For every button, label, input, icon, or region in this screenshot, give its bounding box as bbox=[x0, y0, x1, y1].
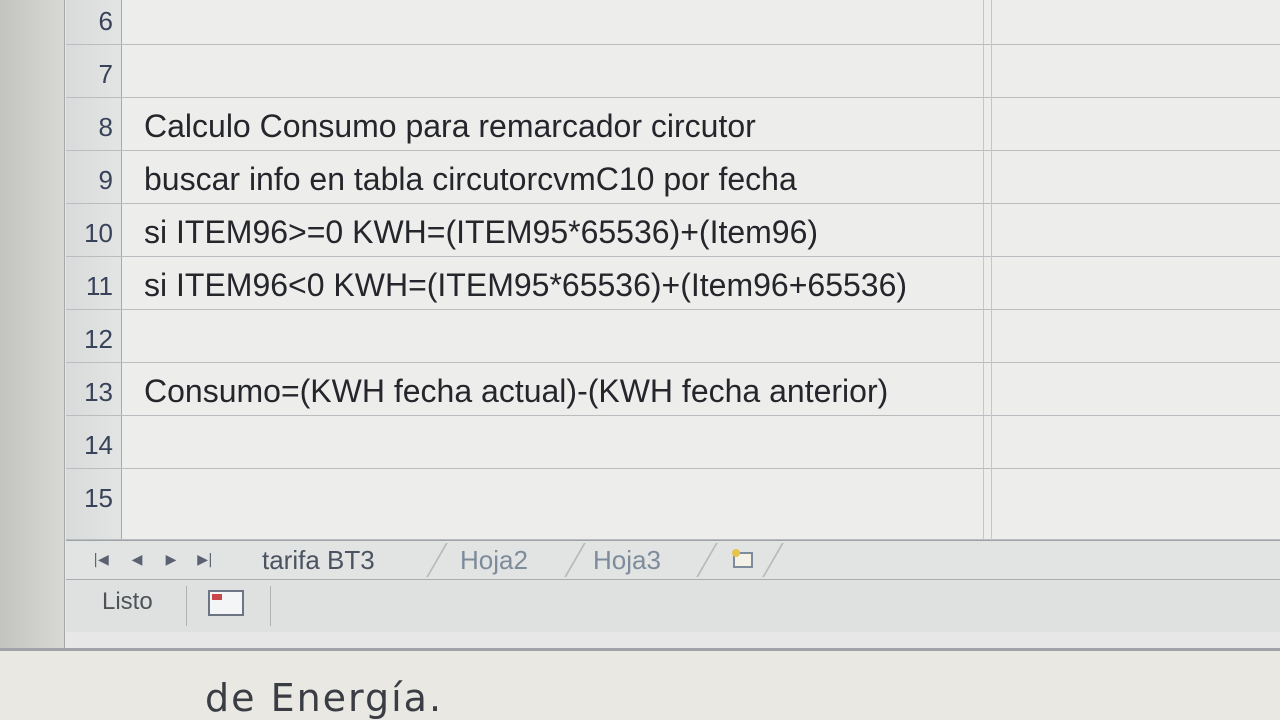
window-left-frame bbox=[0, 0, 65, 648]
tab-hoja2[interactable]: Hoja2 bbox=[460, 541, 528, 579]
row-7: 7 bbox=[66, 45, 1280, 98]
first-sheet-button[interactable]: |◀ bbox=[86, 541, 116, 579]
row-6: 6 bbox=[66, 0, 1280, 45]
cell-text-10: si ITEM96>=0 KWH=(ITEM95*65536)+(Item96) bbox=[144, 214, 819, 250]
cell-text-9: buscar info en tabla circutorcvmC10 por … bbox=[144, 161, 797, 197]
row-header-6[interactable]: 6 bbox=[66, 0, 122, 44]
row-header-15[interactable]: 15 bbox=[66, 469, 122, 539]
tab-separator bbox=[426, 543, 448, 577]
tab-separator bbox=[762, 543, 784, 577]
sheet-tab-bar: |◀ ◀ ▶ ▶| tarifa BT3 Hoja2 Hoja3 bbox=[66, 540, 1280, 580]
tab-separator bbox=[564, 543, 586, 577]
row-header-9[interactable]: 9 bbox=[66, 151, 122, 203]
status-ready-label: Listo bbox=[102, 588, 153, 615]
status-divider bbox=[270, 586, 271, 626]
row-8: 8 Calculo Consumo para remarcador circut… bbox=[66, 98, 1280, 151]
row-15: 15 bbox=[66, 469, 1280, 540]
cell-text-8: Calculo Consumo para remarcador circutor bbox=[144, 108, 756, 144]
row-header-10[interactable]: 10 bbox=[66, 204, 122, 256]
last-sheet-button[interactable]: ▶| bbox=[190, 541, 220, 579]
row-9: 9 buscar info en tabla circutorcvmC10 po… bbox=[66, 151, 1280, 204]
status-divider bbox=[186, 586, 187, 626]
row-header-8[interactable]: 8 bbox=[66, 98, 122, 150]
tab-separator bbox=[696, 543, 718, 577]
row-12: 12 bbox=[66, 310, 1280, 363]
cell-text-11: si ITEM96<0 KWH=(ITEM95*65536)+(Item96+6… bbox=[144, 267, 908, 303]
cell-a6[interactable] bbox=[123, 0, 984, 44]
row-header-7[interactable]: 7 bbox=[66, 45, 122, 97]
row-header-12[interactable]: 12 bbox=[66, 310, 122, 362]
background-document-text: de Energía. bbox=[205, 676, 444, 720]
row-header-11[interactable]: 11 bbox=[66, 257, 122, 309]
macro-record-icon[interactable] bbox=[208, 590, 244, 616]
row-13: 13 Consumo=(KWH fecha actual)-(KWH fecha… bbox=[66, 363, 1280, 416]
tab-tarifa-bt3[interactable]: tarifa BT3 bbox=[262, 541, 375, 579]
row-10: 10 si ITEM96>=0 KWH=(ITEM95*65536)+(Item… bbox=[66, 204, 1280, 257]
insert-sheet-icon[interactable] bbox=[728, 547, 756, 571]
cell-a15[interactable] bbox=[123, 469, 984, 539]
cell-text-13: Consumo=(KWH fecha actual)-(KWH fecha an… bbox=[144, 373, 889, 409]
row-14: 14 bbox=[66, 416, 1280, 469]
cell-a12[interactable] bbox=[123, 310, 984, 362]
row-header-14[interactable]: 14 bbox=[66, 416, 122, 468]
background-document bbox=[0, 640, 1280, 720]
spreadsheet-window: 6 7 8 Calculo Consumo para remarcador ci… bbox=[0, 0, 1280, 651]
tab-hoja3[interactable]: Hoja3 bbox=[593, 541, 661, 579]
cell-a7[interactable] bbox=[123, 45, 984, 97]
prev-sheet-button[interactable]: ◀ bbox=[122, 541, 152, 579]
next-sheet-button[interactable]: ▶ bbox=[156, 541, 186, 579]
column-divider bbox=[991, 0, 992, 540]
cell-a14[interactable] bbox=[123, 416, 984, 468]
status-bar: Listo bbox=[66, 580, 1280, 632]
sheet-grid: 6 7 8 Calculo Consumo para remarcador ci… bbox=[66, 0, 1280, 540]
row-header-13[interactable]: 13 bbox=[66, 363, 122, 415]
row-11: 11 si ITEM96<0 KWH=(ITEM95*65536)+(Item9… bbox=[66, 257, 1280, 310]
